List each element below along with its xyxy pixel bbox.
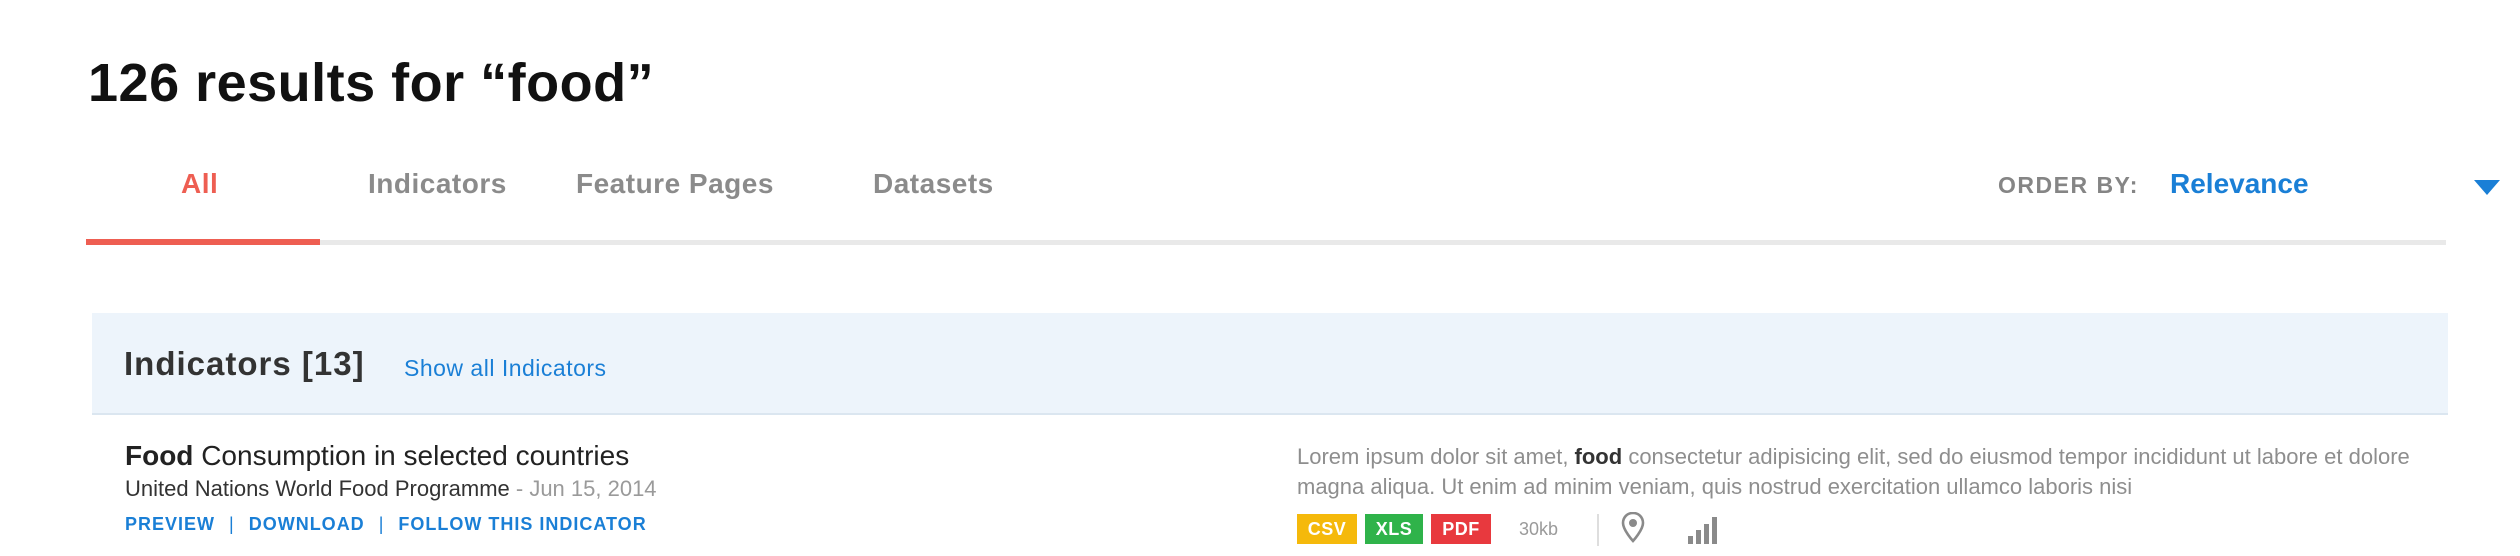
tab-datasets[interactable]: Datasets: [873, 168, 994, 200]
tab-feature-pages[interactable]: Feature Pages: [576, 168, 774, 200]
file-size: 30kb: [1519, 519, 1559, 539]
results-tabs: All Indicators Feature Pages Datasets OR…: [86, 150, 2500, 245]
action-separator: |: [229, 514, 235, 534]
download-link[interactable]: DOWNLOAD: [249, 514, 365, 534]
page-title: 126 results for “food”: [88, 53, 655, 113]
xls-badge[interactable]: XLS: [1365, 514, 1423, 544]
meta-divider: [1597, 514, 1599, 546]
preview-link[interactable]: PREVIEW: [125, 514, 215, 534]
description-text: Lorem ipsum dolor sit amet,: [1297, 444, 1575, 469]
action-separator: |: [378, 514, 385, 534]
pdf-badge[interactable]: PDF: [1431, 514, 1491, 544]
result-title-rest: Consumption in selected countries: [193, 440, 630, 471]
order-by-label: ORDER BY:: [1998, 172, 2139, 198]
indicators-section-header: Indicators [13] Show all Indicators: [92, 313, 2448, 415]
order-by-value[interactable]: Relevance: [2170, 168, 2309, 200]
tab-indicators[interactable]: Indicators: [368, 168, 507, 200]
result-title-highlight: Food: [125, 440, 194, 471]
map-pin-icon[interactable]: [1621, 512, 1645, 544]
result-actions: PREVIEW | DOWNLOAD | FOLLOW THIS INDICATOR: [125, 514, 647, 535]
csv-badge[interactable]: CSV: [1297, 514, 1357, 544]
bar-chart-icon[interactable]: [1687, 516, 1719, 544]
order-by-select[interactable]: Relevance: [2170, 162, 2500, 206]
description-highlight: food: [1574, 444, 1623, 469]
result-date: - Jun 15, 2014: [509, 476, 657, 501]
tabs-divider: [86, 240, 2446, 245]
tab-all[interactable]: All: [181, 168, 218, 200]
follow-indicator-link[interactable]: FOLLOW THIS INDICATOR: [398, 514, 646, 534]
active-tab-indicator: [86, 239, 320, 245]
result-item: Food Consumption in selected countries U…: [125, 440, 2425, 556]
result-source-line: United Nations World Food Programme - Ju…: [125, 476, 657, 502]
result-description: Lorem ipsum dolor sit amet, food consect…: [1297, 442, 2457, 502]
section-title: Indicators [13]: [124, 345, 365, 382]
show-all-indicators-link[interactable]: Show all Indicators: [404, 355, 607, 382]
result-source: United Nations World Food Programme: [125, 476, 510, 501]
result-title[interactable]: Food Consumption in selected countries: [125, 440, 629, 472]
caret-down-icon[interactable]: [2474, 180, 2500, 195]
